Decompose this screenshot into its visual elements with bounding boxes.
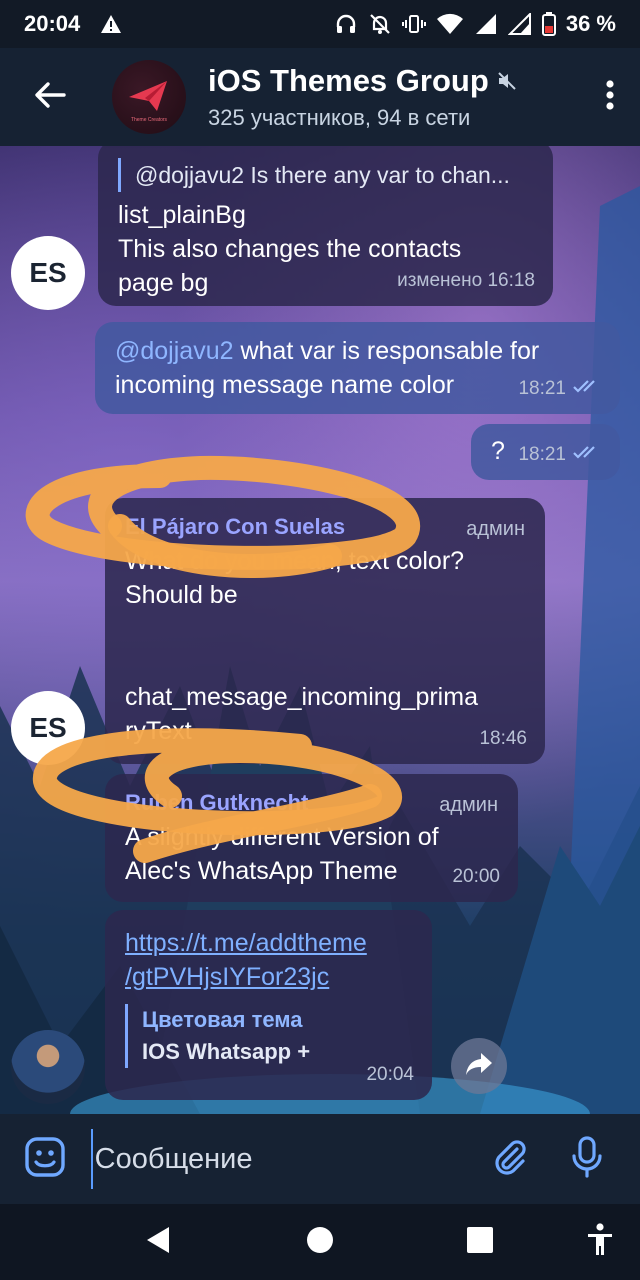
message-line: chat_message_incoming_prima: [125, 683, 478, 711]
message-line: list_plainBg: [118, 201, 246, 229]
logo-caption: Theme Creators: [131, 117, 168, 123]
nav-recents-button[interactable]: [440, 1204, 520, 1280]
message-time: 18:46: [479, 728, 527, 749]
group-avatar[interactable]: Theme Creators: [112, 60, 186, 134]
signal-icon: [474, 13, 498, 35]
message-time: 20:04: [366, 1064, 414, 1085]
message-line: Alec's WhatsApp Theme: [125, 857, 398, 885]
message-meta: изменено 16:18: [397, 264, 535, 298]
attachment-title: Цветовая тема: [142, 1007, 303, 1032]
message-bubble[interactable]: @dojjavu2 Is there any var to chan... li…: [98, 146, 553, 306]
avatar-initials: ES: [29, 712, 67, 743]
chat-title: iOS Themes Group: [208, 63, 489, 98]
message-line: ryText: [125, 717, 192, 745]
avatar[interactable]: ES: [11, 236, 85, 310]
signal-icon: [507, 13, 532, 35]
reply-preview[interactable]: @dojjavu2 Is there any var to chan...: [118, 158, 533, 192]
back-arrow-icon: [34, 81, 66, 114]
double-check-icon: [572, 438, 602, 472]
message-input[interactable]: [90, 1129, 472, 1189]
accessibility-icon: [586, 1222, 614, 1262]
double-check-icon: [572, 372, 602, 406]
message-line: A slightly different Version of: [125, 823, 439, 851]
message-meta: 18:21: [518, 372, 602, 406]
message-bubble[interactable]: https://t.me/addtheme /gtPVHjsIYFor23jc …: [105, 910, 432, 1100]
recents-square-icon: [466, 1226, 494, 1259]
chat-header: Theme Creators iOS Themes Group 325 учас…: [0, 48, 640, 146]
message-bubble[interactable]: @dojjavu2 what var is responsable for in…: [95, 322, 620, 414]
admin-badge: админ: [439, 794, 498, 816]
mute-icon: [497, 63, 517, 99]
attach-button[interactable]: [472, 1114, 549, 1204]
admin-badge: админ: [466, 518, 525, 540]
attach-icon: [490, 1137, 530, 1182]
back-triangle-icon: [145, 1225, 171, 1260]
home-circle-icon: [306, 1226, 334, 1259]
message-time: 18:21: [518, 378, 566, 399]
message-link[interactable]: https://t.me/addtheme: [125, 926, 412, 960]
chat-subtitle: 325 участников, 94 в сети: [208, 105, 471, 130]
message-bubble[interactable]: El Pájaro Con Suelas админ What do you m…: [105, 498, 545, 764]
message-time: 20:00: [452, 866, 500, 887]
message-line: What do you mean, text color?: [125, 547, 465, 575]
avatar-initials: ES: [29, 257, 67, 288]
sender-name[interactable]: El Pájaro Con Suelas: [125, 510, 525, 544]
back-button[interactable]: [0, 48, 100, 146]
headphones-icon: [334, 12, 358, 36]
more-options-button[interactable]: [580, 48, 640, 146]
header-info[interactable]: iOS Themes Group 325 участников, 94 в се…: [208, 63, 580, 131]
more-vertical-icon: [606, 79, 614, 115]
nav-back-button[interactable]: [118, 1204, 198, 1280]
avatar[interactable]: ES: [11, 691, 85, 765]
edited-time: изменено 16:18: [397, 270, 535, 291]
paper-plane-logo-icon: Theme Creators: [129, 81, 168, 123]
mention-link[interactable]: @dojjavu2: [115, 337, 234, 365]
accessibility-button[interactable]: [560, 1204, 640, 1280]
message-meta: 20:00: [452, 860, 500, 894]
nav-home-button[interactable]: [280, 1204, 360, 1280]
share-button[interactable]: [451, 1038, 507, 1094]
share-arrow-icon: [464, 1051, 494, 1082]
emoji-button[interactable]: [0, 1114, 91, 1204]
voice-button[interactable]: [549, 1114, 626, 1204]
battery-icon: [541, 12, 556, 36]
status-bar: 20:04 36 %: [0, 0, 640, 48]
emoji-icon: [24, 1136, 66, 1183]
vibrate-icon: [401, 12, 426, 36]
wifi-icon: [436, 13, 464, 35]
message-bubble[interactable]: ? 18:21: [471, 424, 620, 480]
message-meta: 18:21: [518, 438, 602, 472]
message-line: Should be: [125, 581, 238, 609]
alert-icon: [100, 14, 122, 34]
message-bubble[interactable]: Ruben Gutknecht админ A slightly differe…: [105, 774, 518, 902]
message-text: ?: [491, 437, 505, 465]
chat-area[interactable]: ES @dojjavu2 Is there any var to chan...…: [0, 146, 640, 1114]
battery-percent: 36 %: [565, 11, 616, 36]
message-link[interactable]: /gtPVHjsIYFor23jc: [125, 960, 412, 994]
message-input-bar: [0, 1114, 640, 1204]
mic-icon: [570, 1135, 604, 1183]
system-navigation-bar: [0, 1204, 640, 1280]
avatar[interactable]: [11, 1030, 85, 1104]
message-line: This also changes the contacts: [118, 235, 462, 263]
message-time: 18:21: [518, 444, 566, 465]
message-meta: 18:46: [479, 722, 527, 756]
status-time: 20:04: [24, 11, 81, 36]
bell-off-icon: [368, 12, 392, 36]
message-meta: 20:04: [366, 1058, 414, 1092]
message-text: what var is responsable for: [233, 337, 540, 365]
